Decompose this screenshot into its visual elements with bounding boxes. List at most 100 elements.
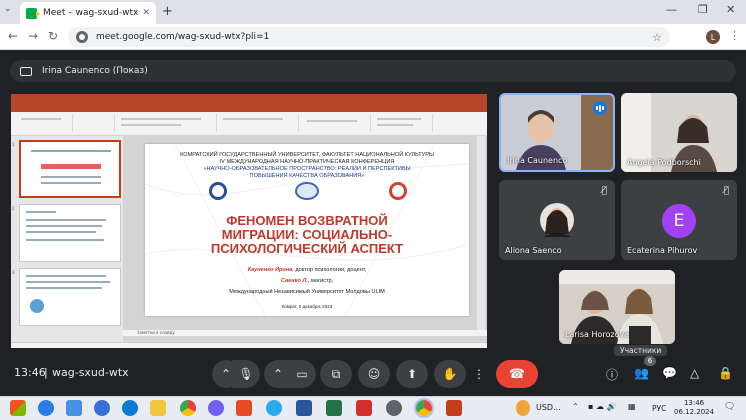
separator: | bbox=[44, 366, 48, 379]
participant-avatar: E bbox=[662, 204, 696, 238]
hand-icon: ✋ bbox=[442, 367, 458, 381]
meeting-time: 13:46 bbox=[14, 366, 46, 379]
mic-off-icon: 🎙̸ bbox=[601, 186, 607, 196]
notifications-icon[interactable]: 🗨 bbox=[724, 402, 735, 412]
minimize-icon[interactable]: — bbox=[666, 3, 677, 16]
speaking-indicator-icon bbox=[593, 101, 607, 115]
network-icon[interactable]: ▦ bbox=[628, 402, 636, 411]
participant-tile[interactable]: Angela Podborschi bbox=[621, 93, 737, 172]
input-language[interactable]: РУС bbox=[652, 404, 666, 413]
participant-tile[interactable]: Irina Caunenco bbox=[499, 93, 615, 172]
tab-search-icon[interactable]: ⌄ bbox=[4, 4, 12, 14]
shared-presentation: 1 2 3 КОМРАТСКИЙ ГОСУДАРСТВЕННЫЙ УНИВЕРС… bbox=[11, 94, 487, 348]
slide-conference: IV МЕЖДУНАРОДНАЯ НАУЧНО-ПРАКТИЧЕСКАЯ КОН… bbox=[219, 159, 395, 165]
currency-widget-icon[interactable] bbox=[516, 400, 530, 416]
reload-icon[interactable]: ↻ bbox=[48, 29, 58, 43]
slide-affiliation: Международный Независимый Университет Мо… bbox=[229, 289, 385, 295]
slide-thumbnails: 1 2 3 bbox=[11, 136, 123, 342]
slide-thumbnail bbox=[19, 268, 121, 326]
meeting-code: wag-sxud-wtx bbox=[52, 366, 129, 379]
participants-icon[interactable]: 👥 bbox=[634, 366, 649, 380]
chrome-icon[interactable] bbox=[180, 400, 196, 416]
powerpoint-icon[interactable] bbox=[446, 400, 462, 416]
bookmark-star-icon[interactable]: ☆ bbox=[652, 31, 662, 44]
slide-thumbnail bbox=[19, 140, 121, 198]
mic-off-icon: 🎙̸ bbox=[723, 186, 729, 196]
present-screen-icon: ⬆ bbox=[406, 367, 418, 381]
ppt-title-bar bbox=[11, 94, 487, 104]
url-text: meet.google.com/wag-sxud-wtx?pli=1 bbox=[96, 32, 270, 42]
present-button[interactable]: ⬆ bbox=[396, 360, 428, 388]
ppt-ribbon bbox=[11, 112, 487, 136]
forward-icon[interactable]: → bbox=[28, 29, 38, 43]
participant-name: Aliona Saenco bbox=[505, 246, 562, 255]
browser-tab[interactable]: Meet – wag-sxud-wtx ✕ bbox=[20, 2, 156, 24]
app-icon[interactable] bbox=[356, 400, 372, 416]
raise-hand-button[interactable]: ✋ bbox=[434, 360, 466, 388]
microphone-icon: 🎙 bbox=[238, 367, 254, 381]
leave-call-button[interactable]: ☎ bbox=[496, 360, 538, 388]
ppt-ribbon-tabs bbox=[11, 104, 487, 112]
profile-avatar[interactable]: L bbox=[706, 30, 720, 44]
university-logo-icon bbox=[209, 182, 227, 200]
slide-university: КОМРАТСКИЙ ГОСУДАРСТВЕННЫЙ УНИВЕРСИТЕТ, … bbox=[180, 152, 434, 158]
acrobat-icon[interactable] bbox=[236, 400, 252, 416]
tray-icons[interactable]: ▪ ☁ 🔊 bbox=[588, 402, 616, 411]
back-icon[interactable]: ← bbox=[8, 29, 18, 43]
excel-icon[interactable] bbox=[326, 400, 342, 416]
camera-icon: ▭ bbox=[296, 367, 308, 381]
copilot-icon[interactable] bbox=[38, 400, 54, 416]
more-options-button[interactable]: ⋮ bbox=[470, 360, 488, 388]
edge-icon[interactable] bbox=[122, 400, 138, 416]
start-icon[interactable] bbox=[10, 400, 26, 416]
info-icon[interactable]: ⓘ bbox=[606, 366, 618, 383]
presenting-bar: Irina Caunenco (Показ) bbox=[10, 60, 736, 82]
participant-tile[interactable]: E 🎙̸ Ecaterina Pihurov bbox=[621, 180, 737, 260]
participant-tile[interactable]: 🎙̸ Aliona Saenco bbox=[499, 180, 615, 260]
restore-icon[interactable]: ❐ bbox=[698, 3, 708, 16]
screen-share-icon bbox=[20, 66, 32, 76]
reactions-button[interactable]: ☺ bbox=[358, 360, 390, 388]
host-controls-icon[interactable]: 🔒 bbox=[718, 366, 733, 380]
participants-tooltip: Участники bbox=[614, 345, 668, 356]
zoom-icon[interactable] bbox=[94, 400, 110, 416]
ppt-status-bar bbox=[11, 342, 487, 348]
close-window-icon[interactable]: ✕ bbox=[726, 3, 735, 16]
camera-button[interactable]: ▭ bbox=[288, 360, 316, 388]
slide-footer: Комрат, 6 декабря, 2024 bbox=[281, 304, 333, 309]
slide-notes: Заметки к слайду bbox=[123, 330, 487, 336]
tray-chevron-icon[interactable]: ⌃ bbox=[572, 402, 579, 411]
site-info-icon[interactable] bbox=[76, 31, 88, 43]
chrome-active-icon[interactable] bbox=[414, 398, 434, 418]
file-explorer-icon[interactable] bbox=[150, 400, 166, 416]
participant-name: Angela Podborschi bbox=[627, 158, 701, 167]
microphone-button[interactable]: 🎙 bbox=[232, 360, 260, 388]
participant-name: Ecaterina Pihurov bbox=[627, 246, 698, 255]
captions-button[interactable]: ⧉ bbox=[320, 360, 352, 388]
telegram-icon[interactable] bbox=[266, 400, 282, 416]
slide-title: ФЕНОМЕН ВОЗВРАТНОЙ МИГРАЦИИ: СОЦИАЛЬНО- … bbox=[210, 213, 404, 256]
currency-widget[interactable]: USD... bbox=[536, 403, 561, 412]
chat-icon[interactable]: 💬 bbox=[662, 366, 677, 380]
partner-logo-icon bbox=[389, 182, 407, 200]
participant-name: Larisa Horozova bbox=[565, 330, 630, 339]
participants-count-badge: 6 bbox=[644, 356, 656, 366]
meet-favicon-icon bbox=[26, 7, 40, 19]
emoji-icon: ☺ bbox=[367, 367, 381, 381]
viber-icon[interactable] bbox=[208, 400, 224, 416]
slide-scrollbar bbox=[477, 136, 485, 330]
taskbar-clock[interactable]: 13:46 06.12.2024 bbox=[674, 399, 714, 417]
new-tab-icon[interactable]: + bbox=[162, 4, 173, 19]
tab-close-icon[interactable]: ✕ bbox=[142, 8, 150, 18]
address-bar[interactable]: meet.google.com/wag-sxud-wtx?pli=1 ☆ bbox=[68, 27, 670, 47]
app-icon[interactable] bbox=[386, 400, 402, 416]
phone-hangup-icon: ☎ bbox=[508, 366, 526, 382]
chevron-up-icon: ⌃ bbox=[272, 367, 284, 381]
task-view-icon[interactable] bbox=[66, 400, 82, 416]
activities-icon[interactable]: △ bbox=[690, 366, 699, 380]
browser-menu-icon[interactable]: ⋮ bbox=[729, 29, 740, 42]
captions-icon: ⧉ bbox=[331, 366, 341, 381]
word-icon[interactable] bbox=[296, 400, 312, 416]
participant-tile[interactable]: Larisa Horozova bbox=[559, 270, 675, 344]
slide-author-2: Саенко Л., магистр, bbox=[280, 278, 334, 284]
